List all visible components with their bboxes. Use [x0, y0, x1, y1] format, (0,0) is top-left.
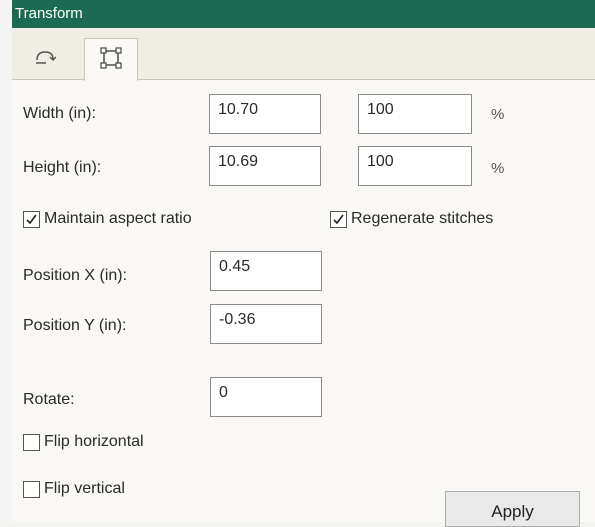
tab-size[interactable] [84, 38, 138, 81]
height-percent-unit: % [491, 160, 505, 177]
position-x-input[interactable]: 0.45 [210, 251, 322, 291]
rotate-icon [34, 48, 57, 71]
flip-vertical-label: Flip vertical [44, 480, 125, 497]
regenerate-stitches-checkbox-box[interactable] [330, 210, 347, 228]
maintain-aspect-label: Maintain aspect ratio [44, 210, 192, 227]
width-label: Width (in): [23, 105, 96, 122]
flip-horizontal-label: Flip horizontal [44, 433, 144, 450]
regenerate-stitches-checkbox[interactable]: Regenerate stitches [330, 210, 493, 228]
transform-panel: Transform Width (in): 10.70 100 % Height… [12, 0, 595, 522]
maintain-aspect-ratio-checkbox[interactable]: Maintain aspect ratio [23, 210, 192, 228]
resize-frame-icon [99, 46, 123, 75]
position-y-input[interactable]: -0.36 [210, 304, 322, 344]
height-label: Height (in): [23, 159, 102, 176]
maintain-aspect-checkbox-box[interactable] [23, 210, 40, 228]
height-input[interactable]: 10.69 [209, 146, 321, 186]
checkmark-icon [333, 214, 344, 224]
position-y-label: Position Y (in): [23, 317, 127, 334]
panel-title: Transform [12, 0, 595, 28]
rotate-input[interactable]: 0 [210, 377, 322, 417]
width-percent-input[interactable]: 100 [358, 94, 472, 134]
regenerate-stitches-label: Regenerate stitches [351, 210, 494, 227]
tab-rotate[interactable] [20, 38, 70, 80]
width-percent-unit: % [491, 106, 505, 123]
tab-row [12, 28, 595, 81]
flip-vertical-checkbox[interactable]: Flip vertical [23, 480, 125, 498]
width-input[interactable]: 10.70 [209, 94, 321, 134]
rotate-label: Rotate: [23, 391, 75, 408]
flip-horizontal-checkbox[interactable]: Flip horizontal [23, 433, 144, 451]
position-x-label: Position X (in): [23, 267, 128, 284]
outer-strip [0, 0, 12, 522]
flip-vertical-checkbox-box[interactable] [23, 480, 40, 498]
checkmark-icon [26, 214, 37, 224]
flip-horizontal-checkbox-box[interactable] [23, 433, 40, 451]
height-percent-input[interactable]: 100 [358, 146, 472, 186]
